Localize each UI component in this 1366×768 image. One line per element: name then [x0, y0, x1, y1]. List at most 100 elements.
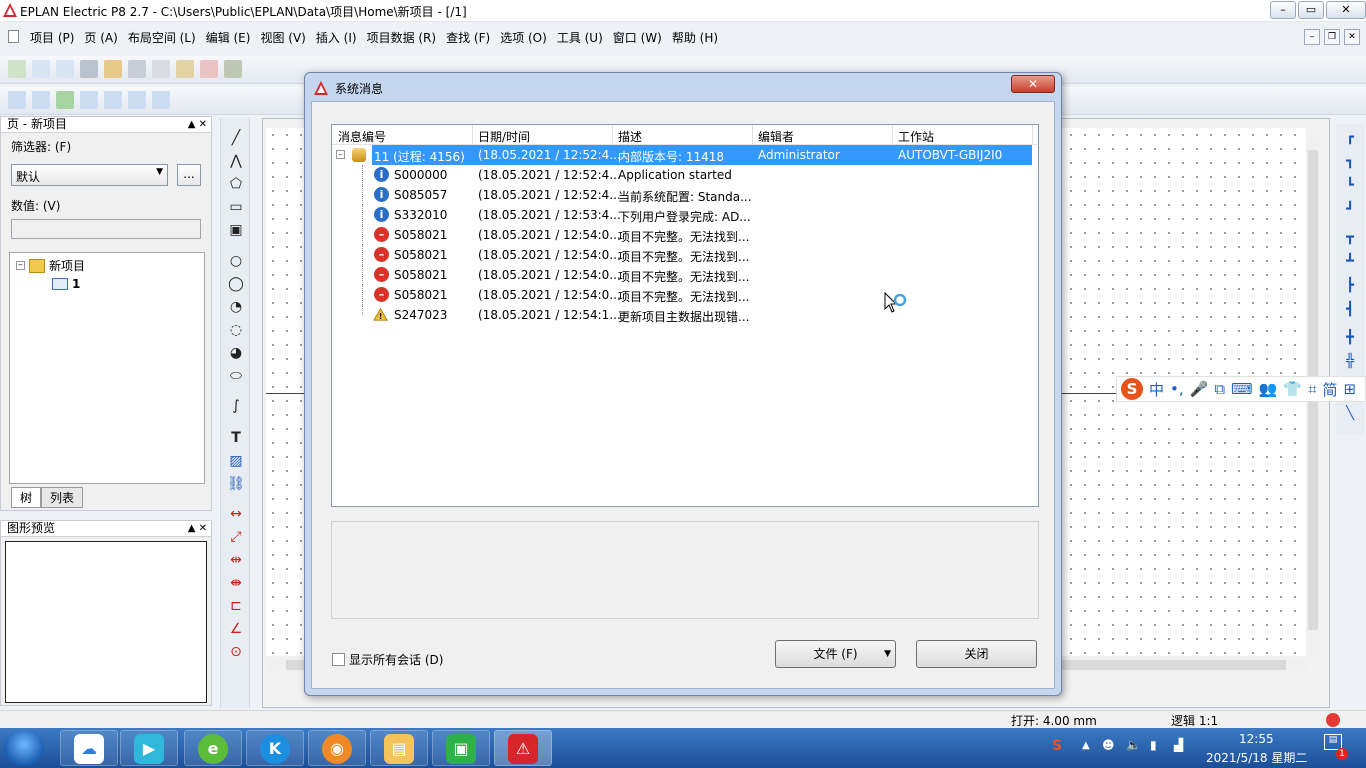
collapse-icon[interactable]: –	[336, 150, 345, 159]
taskbar-app-media-player[interactable]: ▶	[120, 730, 178, 766]
tray-ime-icon[interactable]: S	[1052, 738, 1062, 754]
panel-controls[interactable]: ▲ ✕	[188, 117, 207, 132]
menu-tools[interactable]: 工具 (U)	[557, 29, 603, 46]
table-row[interactable]: i S085057 (18.05.2021 / 12:52:4... 当前系统配…	[332, 185, 1038, 205]
copy-icon[interactable]	[152, 60, 170, 78]
close-button[interactable]: 关闭	[916, 640, 1037, 668]
dimension-baseline-icon[interactable]: ⊏	[227, 598, 245, 614]
microphone-icon[interactable]: 🎤	[1190, 380, 1209, 398]
minimize-button[interactable]: –	[1270, 1, 1296, 19]
line-tool-icon[interactable]: ╱	[227, 130, 245, 146]
skin-icon[interactable]: 👕	[1283, 380, 1302, 398]
menu-page[interactable]: 页 (A)	[84, 29, 117, 46]
dimension-aligned-icon[interactable]: ⤢	[227, 529, 245, 545]
menu-insert[interactable]: 插入 (I)	[316, 29, 357, 46]
start-button[interactable]	[4, 730, 44, 766]
tree-node-project[interactable]: – 新项目	[16, 257, 85, 274]
format-icon[interactable]	[224, 60, 242, 78]
menu-help[interactable]: 帮助 (H)	[672, 29, 718, 46]
taskbar-app-baidu-netdisk[interactable]: ☁	[60, 730, 118, 766]
tray-volume-icon[interactable]: 🔈	[1126, 738, 1141, 752]
taskbar-app-eplan[interactable]: ⚠	[494, 730, 552, 766]
simplified-mode[interactable]: 简	[1323, 379, 1338, 400]
ime-menu-icon[interactable]: ⊞	[1344, 380, 1357, 398]
dialog-close-x-button[interactable]: ✕	[1011, 75, 1055, 93]
sogou-logo-icon[interactable]: S	[1121, 378, 1143, 400]
show-all-sessions-option[interactable]: 显示所有会话 (D)	[332, 651, 443, 668]
sector-tool-icon[interactable]: ◕	[227, 345, 245, 361]
renumber-icon[interactable]	[104, 91, 122, 109]
window-macro-icon[interactable]	[32, 91, 50, 109]
dimension-linear-icon[interactable]: ↔	[227, 506, 245, 522]
stop-icon[interactable]	[1326, 713, 1340, 727]
taskbar-app-k[interactable]: K	[246, 730, 304, 766]
new-project-icon[interactable]	[8, 60, 26, 78]
jumper-icon[interactable]: ╲	[1341, 406, 1359, 422]
taskbar-app-firefox[interactable]: ◉	[308, 730, 366, 766]
mdi-close-button[interactable]: ✕	[1344, 29, 1360, 45]
tee-down-icon[interactable]: ┳	[1341, 230, 1359, 246]
print-icon[interactable]	[80, 60, 98, 78]
polygon-tool-icon[interactable]: ⬠	[227, 176, 245, 192]
close-window-button[interactable]: ✕	[1326, 1, 1366, 19]
tray-network-icon[interactable]: ▟	[1174, 738, 1183, 752]
dimension-angle-icon[interactable]: ∠	[227, 621, 245, 637]
value-input[interactable]	[11, 219, 201, 239]
taskbar-app-explorer[interactable]: ▤	[370, 730, 428, 766]
cut-icon[interactable]	[128, 60, 146, 78]
text-tool-icon[interactable]: T	[227, 430, 245, 446]
settings-wrench-icon[interactable]	[104, 60, 122, 78]
column-header-description[interactable]: 描述	[618, 128, 642, 145]
sort-icon[interactable]	[128, 91, 146, 109]
delete-icon[interactable]	[200, 60, 218, 78]
rounded-rect-tool-icon[interactable]: ▣	[227, 222, 245, 238]
table-row[interactable]: – S058021 (18.05.2021 / 12:54:0... 项目不完整…	[332, 285, 1038, 305]
menu-project-data[interactable]: 项目数据 (R)	[367, 29, 437, 46]
hyperlink-tool-icon[interactable]: ⛓	[227, 476, 245, 492]
column-header-datetime[interactable]: 日期/时间	[478, 128, 530, 145]
clipboard-icon[interactable]: ⧉	[1214, 380, 1225, 398]
table-row-selected[interactable]: – 11 (过程: 4156) (18.05.2021 / 12:52:4...…	[332, 145, 1038, 165]
menu-options[interactable]: 选项 (O)	[500, 29, 547, 46]
image-tool-icon[interactable]: ▨	[227, 453, 245, 469]
corner-bottom-right-icon[interactable]: ┛	[1341, 202, 1359, 218]
double-tee-icon[interactable]: ╬	[1341, 354, 1359, 370]
tree-node-page[interactable]: 1	[52, 277, 80, 291]
tab-list[interactable]: 列表	[41, 487, 84, 508]
corner-top-left-icon[interactable]: ┏	[1341, 130, 1359, 146]
taskbar-app-browser[interactable]: e	[184, 730, 242, 766]
tray-qq-icon[interactable]: ☻	[1102, 738, 1115, 752]
macro-icon[interactable]	[8, 91, 26, 109]
close-project-icon[interactable]	[56, 60, 74, 78]
show-all-sessions-checkbox[interactable]	[332, 653, 345, 666]
file-menu-button[interactable]: 文件 (F) ▼	[775, 640, 896, 668]
filter-more-button[interactable]: ...	[177, 164, 201, 186]
spline-tool-icon[interactable]: ∫	[227, 398, 245, 414]
table-row[interactable]: i S000000 (18.05.2021 / 12:52:4... Appli…	[332, 165, 1038, 185]
cross-icon[interactable]: ╋	[1341, 330, 1359, 346]
dimension-chain-icon[interactable]: ⇹	[227, 552, 245, 568]
plugin-icon[interactable]	[56, 91, 74, 109]
tee-left-icon[interactable]: ┫	[1341, 302, 1359, 318]
arc-tool-icon[interactable]: ◔	[227, 299, 245, 315]
mdi-restore-button[interactable]: ❐	[1324, 29, 1340, 45]
dimension-radius-icon[interactable]: ⊙	[227, 644, 245, 660]
circle-3pt-tool-icon[interactable]: ◯	[227, 276, 245, 292]
user-icon[interactable]: 👥	[1259, 380, 1278, 398]
table-row[interactable]: ! S247023 (18.05.2021 / 12:54:1... 更新项目主…	[332, 305, 1038, 325]
tray-power-icon[interactable]: ▮	[1150, 738, 1157, 752]
preview-panel-controls[interactable]: ▲ ✕	[188, 521, 207, 536]
corner-bottom-left-icon[interactable]: ┗	[1341, 178, 1359, 194]
table-row[interactable]: – S058021 (18.05.2021 / 12:54:0... 项目不完整…	[332, 245, 1038, 265]
rectangle-tool-icon[interactable]: ▭	[227, 199, 245, 215]
collapse-icon[interactable]: –	[16, 261, 25, 270]
tab-tree[interactable]: 树	[11, 487, 42, 508]
crop-icon[interactable]: ⌗	[1308, 380, 1316, 398]
tray-expand-icon[interactable]: ▲	[1082, 740, 1090, 751]
mdi-minimize-button[interactable]: –	[1304, 29, 1320, 45]
taskbar-app-green[interactable]: ▣	[432, 730, 490, 766]
open-project-icon[interactable]	[32, 60, 50, 78]
clock-date[interactable]: 2021/5/18 星期二	[1206, 749, 1307, 766]
table-row[interactable]: – S058021 (18.05.2021 / 12:54:0... 项目不完整…	[332, 265, 1038, 285]
maximize-button[interactable]: ▭	[1298, 1, 1324, 19]
